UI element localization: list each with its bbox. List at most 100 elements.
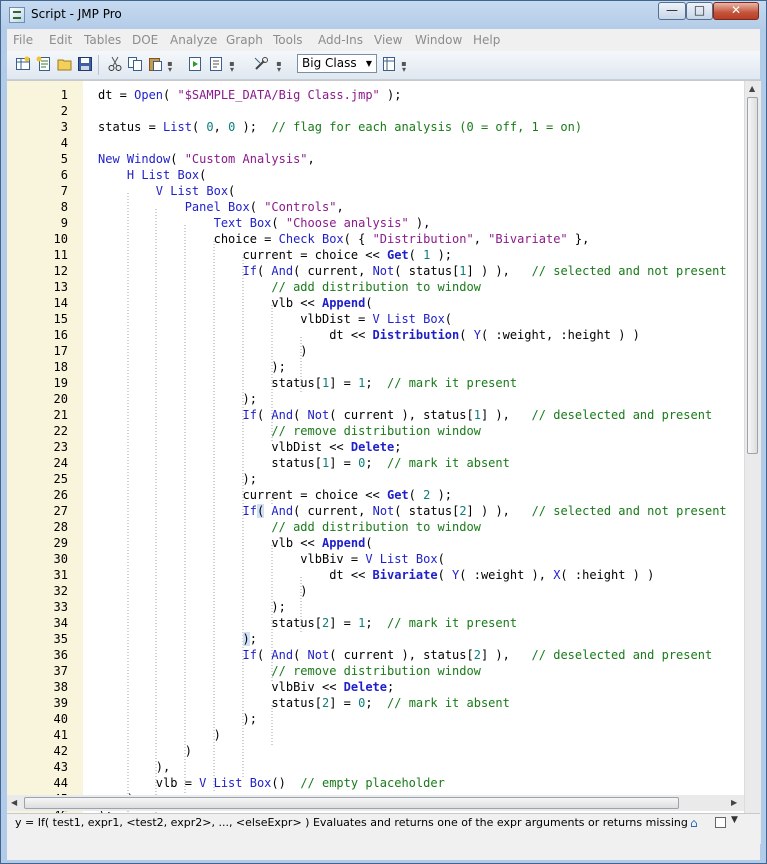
code-line[interactable]: 20 ); (7, 391, 743, 407)
code-line[interactable]: 18 ); (7, 359, 743, 375)
toolbar-grip[interactable]: ▪ ▾ (166, 60, 174, 75)
code-token: ; (365, 696, 388, 710)
code-line[interactable]: 42 ) (7, 743, 743, 759)
code-line[interactable]: 19 status[1] = 1; // mark it present (7, 375, 743, 391)
title-bar[interactable]: Script - JMP Pro — □ ✕ (1, 1, 766, 29)
menu-tables[interactable]: Tables (84, 33, 121, 47)
maximize-button[interactable]: □ (686, 2, 713, 20)
code-line[interactable]: 3 status = List( 0, 0 ); // flag for each… (7, 119, 743, 135)
menu-add-ins[interactable]: Add-Ins (318, 33, 363, 47)
code-token: ( current, (293, 264, 373, 278)
line-number: 7 (60, 184, 68, 198)
code-line[interactable]: 15 vlbDist = V List Box( (7, 311, 743, 327)
code-line[interactable]: 5 New Window( "Custom Analysis", (7, 151, 743, 167)
code-token: // selected and not present (531, 504, 727, 518)
chevron-down-icon[interactable]: ▼ (731, 815, 738, 825)
code-line[interactable]: 39 status[2] = 0; // mark it absent (7, 695, 743, 711)
code-text: vlb = V List Box() // empty placeholder (98, 775, 445, 791)
code-line[interactable]: 4 (7, 135, 743, 151)
horizontal-scroll-thumb[interactable] (24, 797, 679, 809)
table-list-icon[interactable] (381, 56, 397, 72)
copy-icon[interactable] (127, 56, 143, 72)
toolbar-grip[interactable]: ▪ ▾ (275, 60, 283, 75)
close-button[interactable]: ✕ (713, 2, 759, 20)
menu-tools[interactable]: Tools (273, 33, 303, 47)
code-text: ); (98, 471, 256, 487)
vertical-scrollbar[interactable]: ▲ ▼ (744, 81, 761, 844)
code-line[interactable]: 17 ) (7, 343, 743, 359)
code-line[interactable]: 24 status[1] = 0; // mark it absent (7, 455, 743, 471)
code-line[interactable]: 21 If( And( Not( current ), status[1] ),… (7, 407, 743, 423)
status-checkbox[interactable] (715, 817, 726, 828)
code-line[interactable]: 38 vlbBiv << Delete; (7, 679, 743, 695)
code-line[interactable]: 36 If( And( Not( current ), status[2] ),… (7, 647, 743, 663)
line-number: 36 (53, 648, 68, 662)
paste-icon[interactable] (147, 56, 163, 72)
menu-graph[interactable]: Graph (226, 33, 263, 47)
code-line[interactable]: 6 H List Box( (7, 167, 743, 183)
vertical-scroll-thumb[interactable] (747, 97, 758, 454)
code-token: 2 (459, 504, 467, 518)
cut-icon[interactable] (107, 56, 123, 72)
code-line[interactable]: 9 Text Box( "Choose analysis" ), (7, 215, 743, 231)
menu-doe[interactable]: DOE (132, 33, 158, 47)
data-table-select[interactable]: Big Class ▼ (297, 54, 377, 73)
code-line[interactable]: 44 vlb = V List Box() // empty placehold… (7, 775, 743, 791)
code-line[interactable]: 35 ); (7, 631, 743, 647)
menu-analyze[interactable]: Analyze (170, 33, 217, 47)
code-line[interactable]: 27 If( And( current, Not( status[2] ) ),… (7, 503, 743, 519)
scroll-right-icon[interactable]: ▶ (731, 798, 737, 807)
code-line[interactable]: 22 // remove distribution window (7, 423, 743, 439)
code-line[interactable]: 40 ); (7, 711, 743, 727)
menu-help[interactable]: Help (473, 33, 500, 47)
horizontal-scrollbar[interactable]: ◀ ▶ (7, 795, 744, 811)
scroll-left-icon[interactable]: ◀ (11, 798, 17, 807)
script-doc-icon[interactable] (208, 56, 224, 72)
code-token: ] = (329, 376, 359, 390)
code-line[interactable]: 33 ); (7, 599, 743, 615)
code-line[interactable]: 23 vlbDist << Delete; (7, 439, 743, 455)
new-script-icon[interactable] (36, 56, 52, 72)
code-line[interactable]: 29 vlb << Append( (7, 535, 743, 551)
menu-file[interactable]: File (13, 33, 33, 47)
code-line[interactable]: 10 choice = Check Box( { "Distribution",… (7, 231, 743, 247)
code-line[interactable]: 30 vlbBiv = V List Box( (7, 551, 743, 567)
code-line[interactable]: 43 ), (7, 759, 743, 775)
code-token: "Choose analysis" (285, 216, 409, 230)
code-line[interactable]: 2 (7, 103, 743, 119)
code-text: status[1] = 1; // mark it present (98, 375, 517, 391)
code-line[interactable]: 12 If( And( current, Not( status[1] ) ),… (7, 263, 743, 279)
home-icon[interactable]: ⌂ (690, 816, 704, 830)
code-line[interactable]: 8 Panel Box( "Controls", (7, 199, 743, 215)
code-line[interactable]: 41 ) (7, 727, 743, 743)
code-line[interactable]: 34 status[2] = 1; // mark it present (7, 615, 743, 631)
code-line[interactable]: 28 // add distribution to window (7, 519, 743, 535)
toolbar-grip[interactable]: ▪ ▾ (228, 60, 236, 75)
code-line[interactable]: 26 current = choice << Get( 2 ); (7, 487, 743, 503)
run-script-icon[interactable] (187, 56, 203, 72)
menu-view[interactable]: View (374, 33, 402, 47)
tool-icon[interactable] (253, 56, 269, 72)
code-line[interactable]: 7 V List Box( (7, 183, 743, 199)
code-line[interactable]: 32 ) (7, 583, 743, 599)
minimize-button[interactable]: — (658, 2, 686, 20)
save-icon[interactable] (77, 56, 93, 72)
menu-edit[interactable]: Edit (49, 33, 72, 47)
open-folder-icon[interactable] (57, 56, 73, 72)
menu-window[interactable]: Window (415, 33, 462, 47)
code-line[interactable]: 11 current = choice << Get( 1 ); (7, 247, 743, 263)
new-data-table-icon[interactable] (15, 56, 31, 72)
script-editor[interactable]: 1 dt = Open( "$SAMPLE_DATA/Big Class.jmp"… (7, 80, 761, 844)
code-token: ] ), (480, 648, 532, 662)
code-line[interactable]: 1 dt = Open( "$SAMPLE_DATA/Big Class.jmp"… (7, 87, 743, 103)
code-line[interactable]: 16 dt << Distribution( Y( :weight, :heig… (7, 327, 743, 343)
toolbar-grip[interactable]: ▪ ▾ (400, 60, 408, 75)
code-text: dt << Distribution( Y( :weight, :height … (98, 327, 640, 343)
code-line[interactable]: 31 dt << Bivariate( Y( :weight ), X( :he… (7, 567, 743, 583)
code-line[interactable]: 14 vlb << Append( (7, 295, 743, 311)
line-number: 44 (53, 776, 68, 790)
code-line[interactable]: 37 // remove distribution window (7, 663, 743, 679)
scroll-up-icon[interactable]: ▲ (749, 84, 755, 93)
code-line[interactable]: 25 ); (7, 471, 743, 487)
code-line[interactable]: 13 // add distribution to window (7, 279, 743, 295)
